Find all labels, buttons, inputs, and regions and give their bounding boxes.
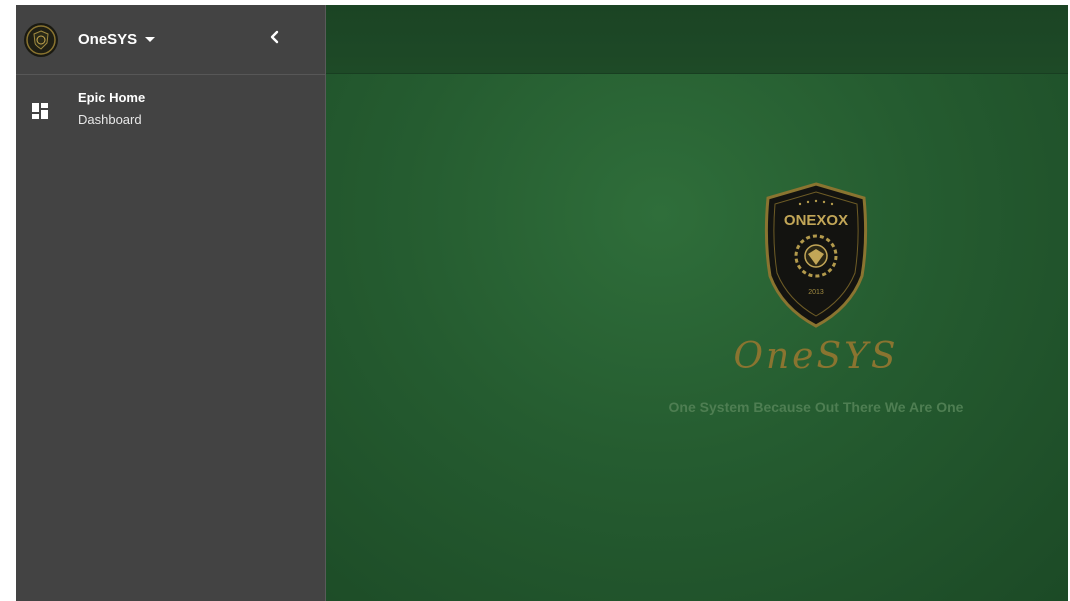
- crest-text: ONEXOX: [784, 212, 848, 229]
- app-switcher[interactable]: OneSYS: [78, 31, 156, 48]
- main-content: ONEXOX 2013 OneSYS One System Because Ou…: [326, 5, 1068, 601]
- sidebar-item-subtitle: Dashboard: [78, 112, 142, 127]
- app-window: OneSYS Epic Home Dashboard ONEXOX 2013 O…: [16, 5, 1068, 601]
- dashboard-icon: [32, 103, 48, 119]
- crest-year: 2013: [808, 289, 824, 296]
- top-bar: [326, 5, 1068, 74]
- brand-logo: [24, 22, 58, 57]
- shield-logo-icon: [26, 24, 56, 55]
- app-name: OneSYS: [78, 31, 138, 48]
- brand-name: OneSYS: [733, 336, 899, 377]
- sidebar-header: OneSYS: [16, 5, 325, 75]
- brand-splash: ONEXOX 2013 OneSYS One System Because Ou…: [636, 180, 996, 415]
- chevron-left-icon: [270, 30, 279, 44]
- onexox-crest-logo: ONEXOX 2013: [764, 182, 868, 328]
- sidebar-item-title: Epic Home: [78, 90, 146, 105]
- sidebar-item-epic-home[interactable]: Epic Home Dashboard: [16, 75, 325, 139]
- caret-down-icon: [145, 37, 156, 42]
- brand-tagline: One System Because Out There We Are One: [668, 399, 964, 415]
- sidebar: OneSYS Epic Home Dashboard: [16, 5, 326, 601]
- collapse-sidebar-button[interactable]: [266, 27, 282, 47]
